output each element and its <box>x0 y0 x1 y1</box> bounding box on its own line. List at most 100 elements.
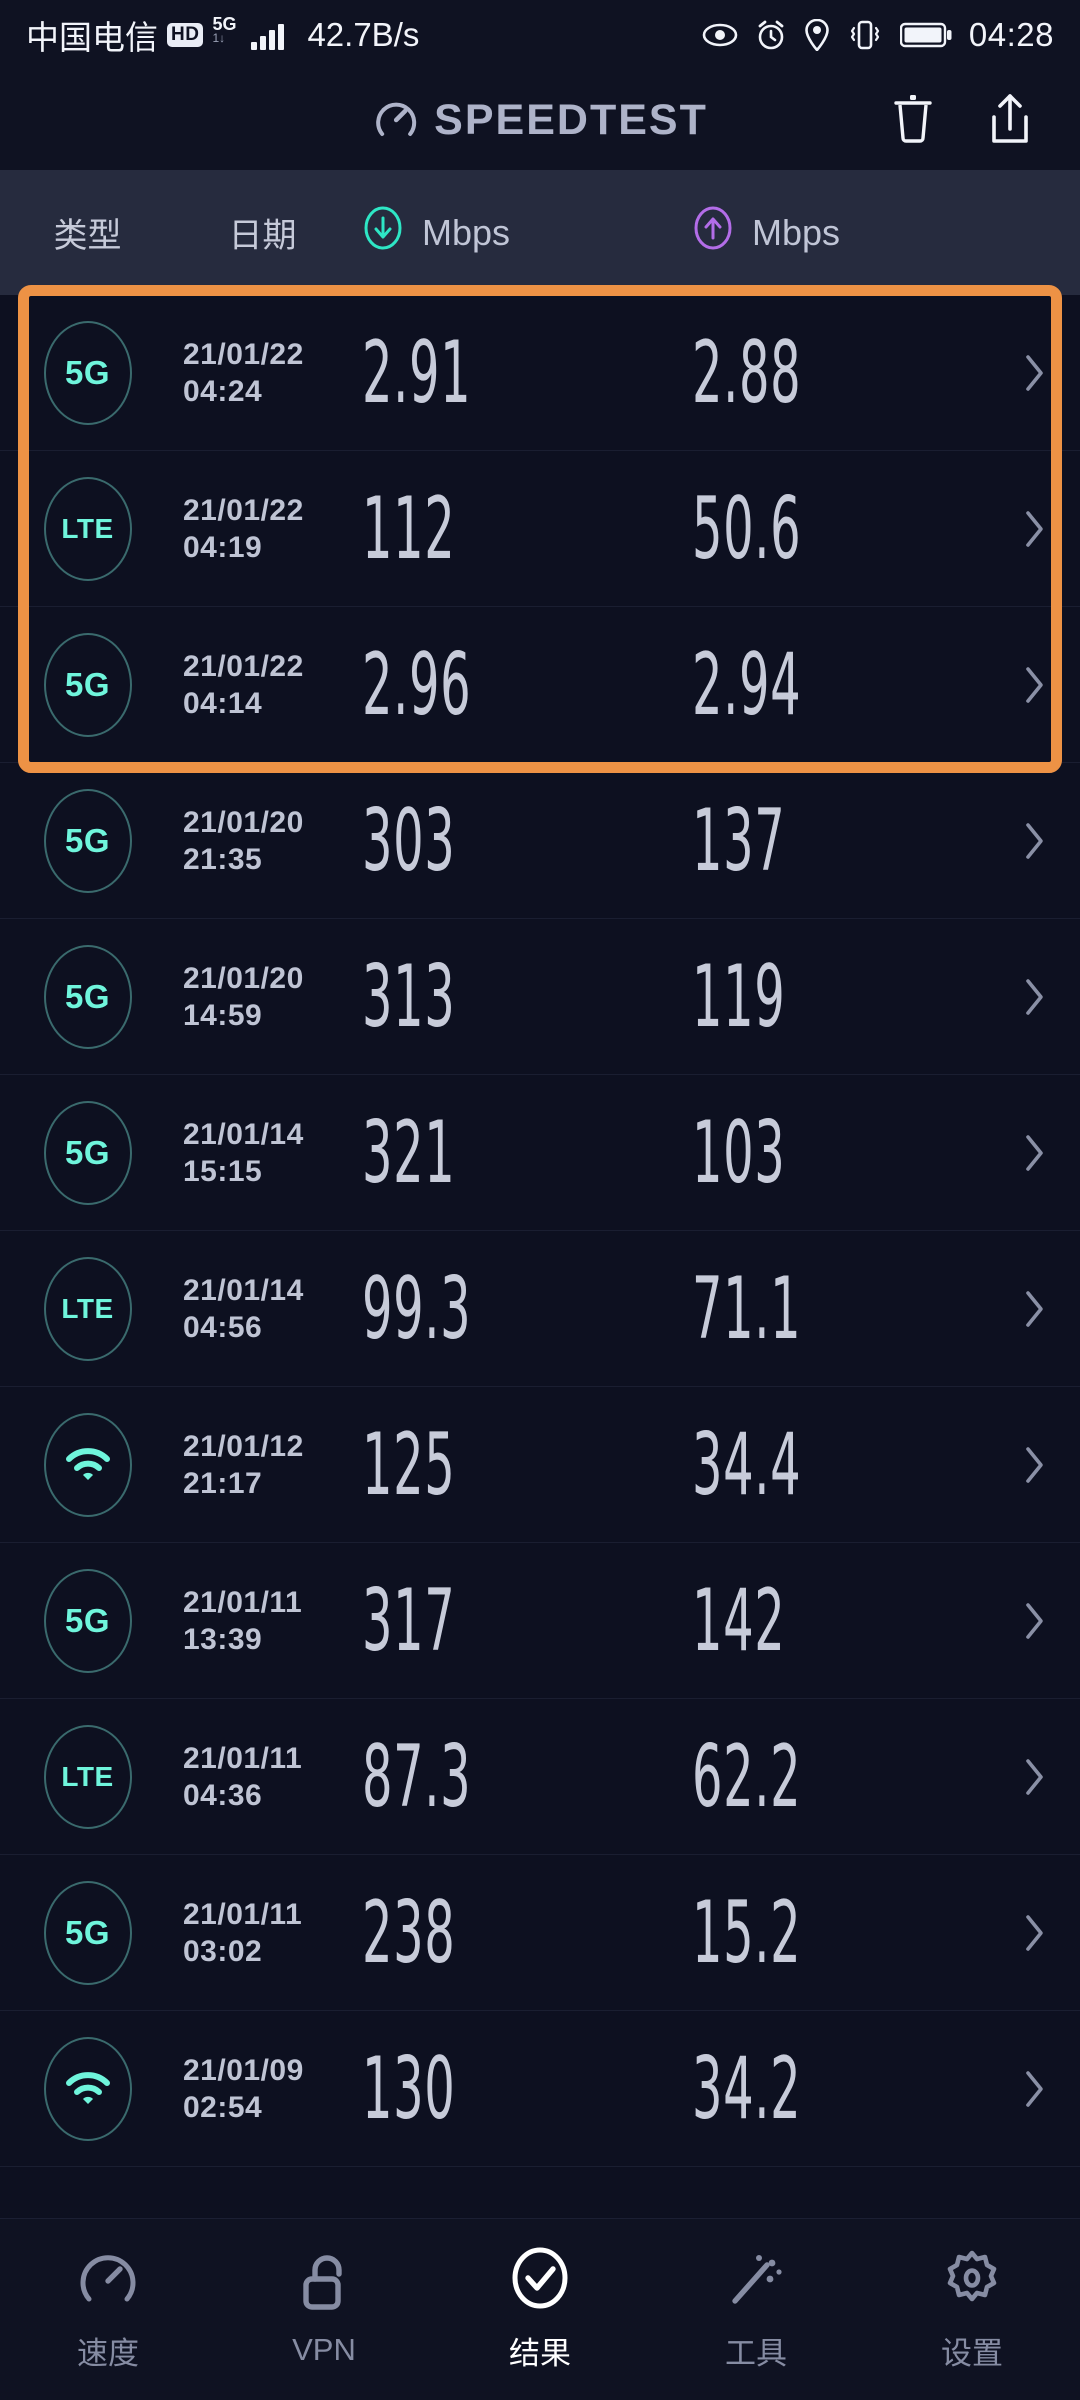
trash-icon[interactable] <box>890 92 936 149</box>
result-connection-type: 5G <box>0 789 175 893</box>
result-time: 13:39 <box>183 1623 263 1656</box>
chevron-right-icon[interactable] <box>990 1445 1080 1485</box>
result-date: 21/01/20 <box>183 961 304 995</box>
result-date: 21/01/22 <box>183 337 304 371</box>
column-header-type[interactable]: 类型 <box>0 208 175 257</box>
result-connection-type: 5G <box>0 1881 175 1985</box>
chevron-right-icon[interactable] <box>990 977 1080 1017</box>
result-date: 21/01/20 <box>183 805 304 839</box>
result-date: 21/01/11 <box>183 1897 303 1931</box>
nav-item-label: VPN <box>292 2332 356 2367</box>
result-date: 21/01/22 <box>183 649 304 683</box>
hd-badge: HD <box>167 23 204 47</box>
share-icon[interactable] <box>988 91 1032 150</box>
result-row[interactable]: LTE 21/01/22 04:19 112 50.6 <box>0 451 1080 607</box>
status-bar-right: 04:28 <box>702 16 1054 54</box>
result-row[interactable]: LTE 21/01/14 04:56 99.3 71.1 <box>0 1231 1080 1387</box>
result-download-cell: 238 <box>350 1890 680 1976</box>
result-time: 04:14 <box>183 687 263 720</box>
5g-badge: 5G <box>43 1569 132 1673</box>
chevron-right-icon[interactable] <box>990 1601 1080 1641</box>
chevron-right-icon[interactable] <box>990 509 1080 549</box>
5g-badge: 5G <box>43 1881 132 1985</box>
nav-item-label: 速度 <box>77 2335 139 2371</box>
network-type-indicator: 5G 1↓ <box>212 15 242 53</box>
column-header-row: 类型 日期 Mbps Mbps <box>0 170 1080 295</box>
result-connection-type <box>0 2037 175 2141</box>
result-download-value: 317 <box>362 1571 456 1671</box>
chevron-right-icon[interactable] <box>990 1133 1080 1173</box>
result-row[interactable]: 5G 21/01/11 13:39 317 142 <box>0 1543 1080 1699</box>
result-upload-cell: 137 <box>680 798 990 884</box>
result-datetime: 21/01/11 13:39 <box>175 1584 350 1659</box>
column-header-upload[interactable]: Mbps <box>680 205 1080 260</box>
5g-badge: 5G <box>43 633 132 737</box>
result-row[interactable]: 5G 21/01/14 15:15 321 103 <box>0 1075 1080 1231</box>
nav-item-speed[interactable]: 速度 <box>0 2247 216 2373</box>
status-bar-left: 中国电信 HD 5G 1↓ 42.7B/s <box>26 11 419 59</box>
result-date: 21/01/22 <box>183 493 304 527</box>
chevron-right-icon[interactable] <box>990 1289 1080 1329</box>
result-row[interactable]: LTE 21/01/11 04:36 87.3 62.2 <box>0 1699 1080 1855</box>
result-row[interactable]: 21/01/09 02:54 130 34.2 <box>0 2011 1080 2167</box>
chevron-right-icon[interactable] <box>990 1757 1080 1797</box>
nav-item-label: 设置 <box>941 2335 1003 2371</box>
result-download-value: 112 <box>362 479 456 579</box>
vibrate-icon <box>847 19 883 51</box>
nav-item-settings[interactable]: 设置 <box>864 2247 1080 2373</box>
result-connection-type: 5G <box>0 1101 175 1205</box>
result-time: 04:36 <box>183 1779 263 1812</box>
result-download-value: 125 <box>362 1415 456 1515</box>
nav-item-tools[interactable]: 工具 <box>648 2247 864 2373</box>
result-row[interactable]: 5G 21/01/20 14:59 313 119 <box>0 919 1080 1075</box>
result-row[interactable]: 5G 21/01/20 21:35 303 137 <box>0 763 1080 919</box>
result-row[interactable]: 21/01/12 21:17 125 34.4 <box>0 1387 1080 1543</box>
network-speed-text: 42.7B/s <box>307 16 420 53</box>
magic-wand-icon <box>725 2247 787 2314</box>
results-list[interactable]: 5G 21/01/22 04:24 2.91 2.88 LTE 21/01/22 04:19 1… <box>0 285 1080 2167</box>
wifi-badge <box>43 2037 132 2141</box>
nav-item-results[interactable]: 结果 <box>432 2247 648 2373</box>
result-time: 04:19 <box>183 531 263 564</box>
result-time: 21:17 <box>183 1467 263 1500</box>
wifi-badge <box>43 1413 132 1517</box>
result-upload-value: 34.2 <box>692 2039 802 2139</box>
speedometer-icon <box>372 94 420 147</box>
result-upload-cell: 34.4 <box>680 1422 990 1508</box>
result-download-value: 321 <box>362 1103 456 1203</box>
result-connection-type <box>0 1413 175 1517</box>
result-connection-type: 5G <box>0 945 175 1049</box>
result-time: 04:24 <box>183 375 263 408</box>
result-download-value: 2.96 <box>362 635 472 735</box>
result-row[interactable]: 5G 21/01/22 04:14 2.96 2.94 <box>0 607 1080 763</box>
result-time: 04:56 <box>183 1311 263 1344</box>
column-header-download[interactable]: Mbps <box>350 205 680 260</box>
app-brand: SPEEDTEST <box>372 94 708 147</box>
nav-item-vpn[interactable]: VPN <box>216 2251 432 2368</box>
signal-bars-icon <box>251 20 285 50</box>
check-circle-icon <box>509 2247 571 2314</box>
result-upload-value: 15.2 <box>692 1883 802 1983</box>
app-title: SPEEDTEST <box>434 95 708 144</box>
result-date: 21/01/09 <box>183 2053 304 2087</box>
result-time: 15:15 <box>183 1155 263 1188</box>
chevron-right-icon[interactable] <box>990 821 1080 861</box>
result-upload-cell: 142 <box>680 1578 990 1664</box>
result-row[interactable]: 5G 21/01/22 04:24 2.91 2.88 <box>0 295 1080 451</box>
location-pin-icon <box>804 19 830 51</box>
result-date: 21/01/14 <box>183 1117 304 1151</box>
result-upload-value: 2.88 <box>692 323 802 423</box>
chevron-right-icon[interactable] <box>990 353 1080 393</box>
result-row[interactable]: 5G 21/01/11 03:02 238 15.2 <box>0 1855 1080 2011</box>
chevron-right-icon[interactable] <box>990 2069 1080 2109</box>
chevron-right-icon[interactable] <box>990 665 1080 705</box>
result-datetime: 21/01/14 04:56 <box>175 1272 350 1347</box>
chevron-right-icon[interactable] <box>990 1913 1080 1953</box>
column-header-date[interactable]: 日期 <box>175 208 350 257</box>
result-datetime: 21/01/14 15:15 <box>175 1116 350 1191</box>
result-date: 21/01/12 <box>183 1429 304 1463</box>
result-datetime: 21/01/22 04:14 <box>175 648 350 723</box>
nav-item-label: 工具 <box>725 2335 787 2371</box>
5g-badge: 5G <box>43 789 132 893</box>
status-bar-clock: 04:28 <box>968 16 1054 53</box>
